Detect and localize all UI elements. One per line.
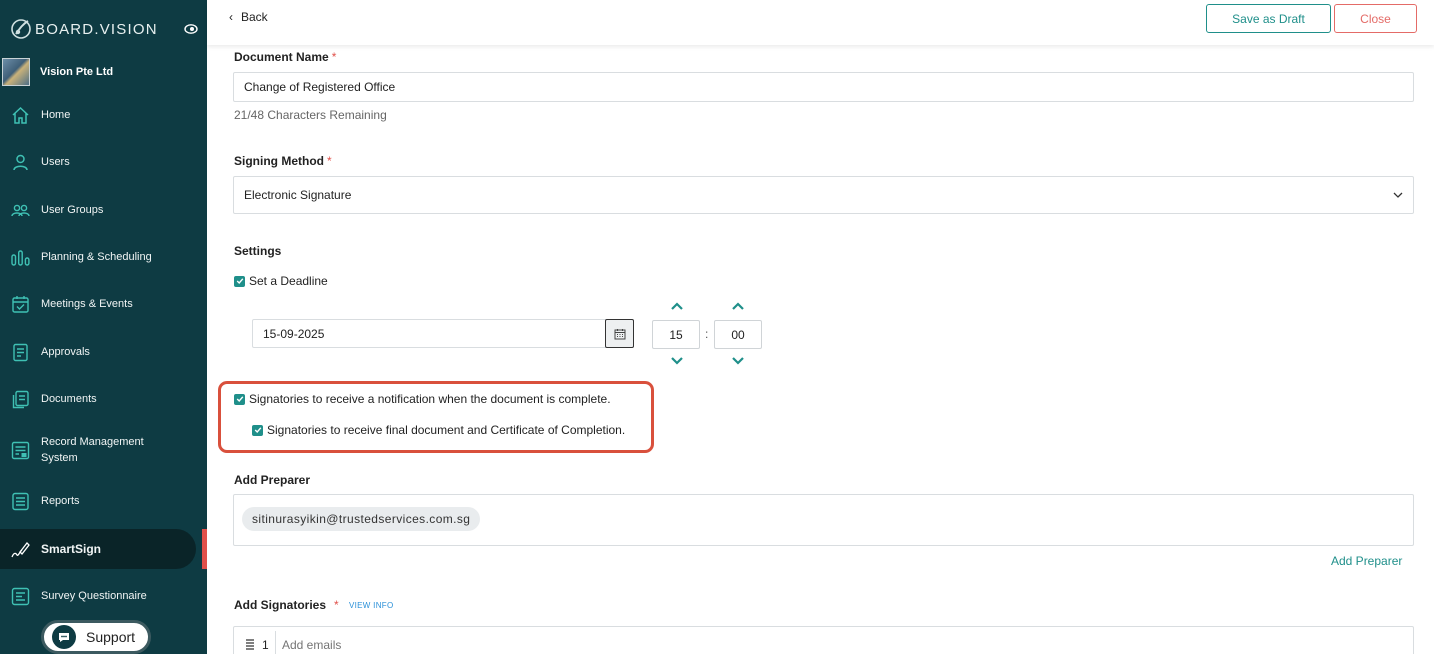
sidebar-item-label: Survey Questionnaire — [41, 590, 147, 602]
close-button[interactable]: Close — [1334, 4, 1417, 33]
checkbox-checked-icon — [234, 275, 245, 287]
signatory-row-number: 1 — [262, 638, 269, 652]
sidebar-item-planning[interactable]: Planning & Scheduling — [0, 237, 207, 277]
view-info-link[interactable]: VIEW INFO — [349, 601, 393, 610]
drag-handle-icon[interactable] — [246, 639, 254, 651]
support-button[interactable]: Support — [41, 620, 151, 654]
support-label: Support — [86, 629, 136, 645]
org-switcher[interactable]: Vision Pte Ltd — [2, 58, 113, 86]
document-name-input[interactable]: Change of Registered Office — [233, 72, 1414, 102]
sidebar-item-meetings[interactable]: Meetings & Events — [0, 284, 207, 324]
chevron-left-icon: ‹ — [229, 10, 233, 24]
save-as-draft-button[interactable]: Save as Draft — [1206, 4, 1331, 33]
calendar-check-icon — [12, 295, 29, 313]
sidebar-item-user-groups[interactable]: User Groups — [0, 190, 207, 230]
sidebar-item-documents[interactable]: Documents — [0, 379, 207, 419]
sidebar-item-approvals[interactable]: Approvals — [0, 332, 207, 372]
add-signatories-label: Add Signatories * — [234, 598, 339, 612]
add-preparer-label: Add Preparer — [234, 473, 311, 487]
signing-method-select[interactable]: Electronic Signature — [233, 176, 1414, 214]
notify-on-complete-checkbox[interactable]: Signatories to receive a notification wh… — [234, 392, 611, 406]
receive-final-document-checkbox[interactable]: Signatories to receive final document an… — [252, 423, 625, 437]
signing-method-label: Signing Method * — [234, 154, 332, 168]
hour-increment-icon[interactable] — [670, 301, 684, 311]
sidebar-item-label: SmartSign — [41, 542, 102, 556]
sidebar-item-reports[interactable]: Reports — [0, 481, 207, 521]
checkbox-checked-icon — [252, 424, 263, 436]
chevron-down-icon — [1393, 192, 1403, 198]
preparer-field[interactable]: sitinurasyikin@trustedservices.com.sg — [233, 494, 1414, 546]
report-icon — [12, 492, 29, 510]
deadline-date-input[interactable]: 15-09-2025 — [252, 319, 634, 348]
settings-label: Settings — [234, 244, 282, 258]
time-separator: : — [705, 327, 709, 341]
approval-doc-icon — [13, 343, 28, 361]
sidebar-item-users[interactable]: Users — [0, 142, 207, 182]
sidebar-item-label: Meetings & Events — [41, 298, 133, 310]
toggle-view-icon[interactable] — [184, 22, 198, 36]
documents-icon — [12, 390, 29, 408]
sidebar-item-label: Users — [41, 156, 70, 168]
sidebar-item-home[interactable]: Home — [0, 95, 207, 135]
board-vision-logo-icon — [11, 19, 31, 39]
survey-icon — [11, 587, 30, 605]
chat-bubble-icon — [52, 625, 76, 649]
sidebar: BOARD.VISION Vision Pte Ltd Home Users U… — [0, 0, 207, 654]
character-counter: 21/48 Characters Remaining — [234, 108, 387, 122]
brand-logo[interactable]: BOARD.VISION — [10, 17, 198, 41]
checkbox-checked-icon — [234, 393, 245, 405]
hour-input[interactable]: 15 — [652, 320, 700, 349]
sidebar-item-record-management[interactable]: Record Management System — [0, 430, 207, 470]
user-icon — [13, 154, 28, 170]
org-name: Vision Pte Ltd — [40, 66, 114, 78]
hour-decrement-icon[interactable] — [670, 356, 684, 366]
add-preparer-link[interactable]: Add Preparer — [1331, 554, 1402, 568]
sidebar-item-label: Record Management System — [41, 436, 144, 464]
sidebar-item-label: Documents — [41, 393, 97, 405]
sidebar-item-label: User Groups — [41, 204, 104, 216]
back-label: Back — [241, 10, 268, 24]
minute-increment-icon[interactable] — [731, 301, 745, 311]
date-picker-button[interactable] — [605, 319, 634, 348]
org-avatar — [2, 58, 30, 86]
home-icon — [12, 106, 29, 124]
sidebar-item-label: Home — [41, 109, 71, 121]
brand-name: BOARD.VISION — [35, 20, 158, 38]
sidebar-item-survey[interactable]: Survey Questionnaire — [0, 576, 207, 616]
sidebar-item-label: Reports — [41, 495, 80, 507]
main-content: Document Name * Change of Registered Offi… — [207, 45, 1434, 654]
signatory-email-input[interactable] — [282, 633, 682, 654]
minute-input[interactable]: 00 — [714, 320, 762, 349]
minute-decrement-icon[interactable] — [731, 356, 745, 366]
row-divider — [275, 631, 276, 654]
calendar-icon — [614, 328, 625, 339]
sidebar-item-smartsign[interactable]: SmartSign — [0, 529, 196, 569]
bars-chart-icon — [11, 249, 30, 266]
document-name-label: Document Name * — [234, 50, 337, 64]
set-deadline-checkbox[interactable]: Set a Deadline — [234, 274, 328, 288]
preparer-chip[interactable]: sitinurasyikin@trustedservices.com.sg — [242, 507, 481, 531]
sidebar-item-label: Planning & Scheduling — [41, 251, 152, 263]
record-icon — [11, 441, 30, 459]
back-button[interactable]: ‹ Back — [229, 10, 268, 24]
user-group-icon — [11, 204, 30, 216]
pen-sign-icon — [11, 541, 30, 557]
signatory-row: 1 — [233, 626, 1414, 654]
sidebar-item-label: Approvals — [41, 346, 90, 358]
top-bar: ‹ Back Save as Draft Close — [207, 0, 1434, 45]
